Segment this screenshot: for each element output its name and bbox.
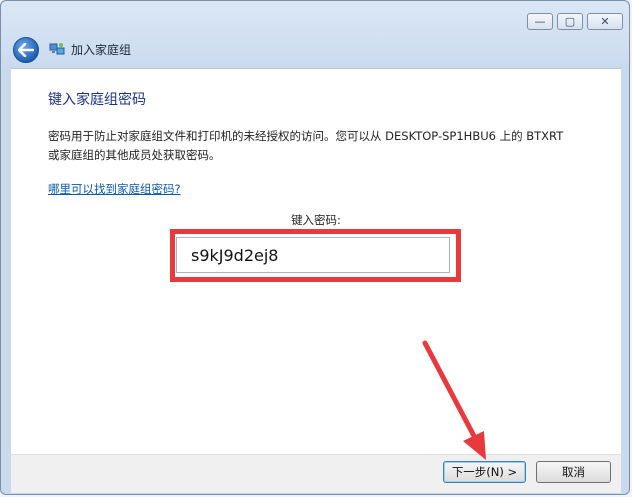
maximize-icon: ▢ xyxy=(564,15,576,28)
password-input[interactable] xyxy=(176,237,450,273)
homegroup-icon xyxy=(49,43,65,55)
caption-buttons: — ▢ ✕ xyxy=(527,13,623,30)
maximize-button[interactable]: ▢ xyxy=(557,13,583,30)
content-panel: 键入家庭组密码 密码用于防止对家庭组文件和打印机的未经授权的访问。您可以从 DE… xyxy=(11,68,621,454)
minimize-button[interactable]: — xyxy=(527,13,553,30)
close-button[interactable]: ✕ xyxy=(587,13,623,30)
page-title: 键入家庭组密码 xyxy=(48,92,146,108)
description-text: 密码用于防止对家庭组文件和打印机的未经授权的访问。您可以从 DESKTOP-SP… xyxy=(48,129,564,162)
help-link[interactable]: 哪里可以找到家庭组密码? xyxy=(48,181,181,197)
dialog-window: — ▢ ✕ 加入家庭组 键入家庭组密码 密码用于防止对家庭组文件和打印机的未经授… xyxy=(0,0,630,495)
password-label: 键入密码: xyxy=(291,213,341,227)
back-arrow-icon xyxy=(18,43,34,57)
close-icon: ✕ xyxy=(600,15,610,28)
cancel-button[interactable]: 取消 xyxy=(536,461,611,483)
next-button[interactable]: 下一步(N) > xyxy=(443,461,526,483)
navigation-bar: 加入家庭组 xyxy=(11,35,629,65)
title-bar: — ▢ ✕ xyxy=(1,1,629,35)
minimize-icon: — xyxy=(534,15,546,28)
back-button[interactable] xyxy=(13,37,39,63)
window-title: 加入家庭组 xyxy=(71,43,132,57)
button-bar: 下一步(N) > 取消 xyxy=(11,454,621,493)
